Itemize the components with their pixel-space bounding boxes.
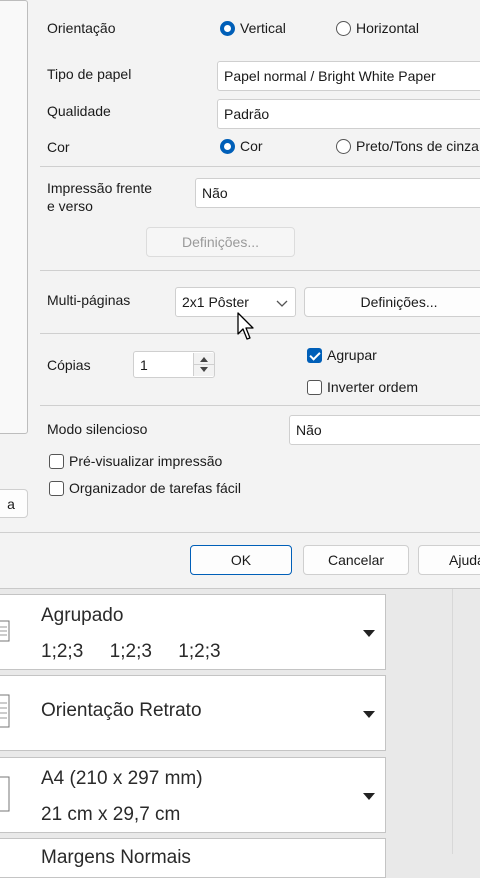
quality-select[interactable]: Padrão bbox=[217, 99, 480, 129]
quality-value: Padrão bbox=[224, 106, 270, 122]
paper-size-card-subtitle: 21 cm x 29,7 cm bbox=[41, 804, 181, 825]
orientation-label: Orientação bbox=[47, 20, 116, 36]
panel-divider bbox=[452, 589, 453, 854]
paper-size-card[interactable]: A4 (210 x 297 mm) 21 cm x 29,7 cm bbox=[0, 757, 386, 833]
color-radio[interactable] bbox=[220, 139, 235, 154]
paper-size-icon bbox=[0, 776, 11, 817]
margins-card[interactable]: Margens Normais bbox=[0, 838, 386, 878]
separator bbox=[0, 532, 480, 533]
left-panel-frame bbox=[0, 0, 28, 434]
chevron-down-icon bbox=[276, 296, 288, 312]
separator bbox=[40, 270, 480, 271]
orientation-card-title: Orientação Retrato bbox=[41, 700, 202, 721]
collate-pages-icon bbox=[0, 619, 11, 648]
quiet-mode-select[interactable]: Não bbox=[289, 415, 480, 445]
orientation-vertical-label[interactable]: Vertical bbox=[240, 20, 286, 36]
separator bbox=[40, 333, 480, 334]
multipage-settings-button[interactable]: Definições... bbox=[304, 287, 480, 317]
orientation-card[interactable]: Orientação Retrato bbox=[0, 675, 386, 751]
collate-checkbox[interactable] bbox=[307, 348, 322, 363]
color-option-label[interactable]: Cor bbox=[240, 138, 263, 154]
color-label: Cor bbox=[47, 139, 70, 155]
quiet-mode-label: Modo silencioso bbox=[47, 421, 148, 437]
grayscale-radio[interactable] bbox=[336, 139, 351, 154]
copies-spinner[interactable] bbox=[193, 353, 214, 376]
collate-label[interactable]: Agrupar bbox=[327, 347, 377, 363]
multipage-label: Multi-páginas bbox=[47, 292, 131, 308]
paper-size-card-title: A4 (210 x 297 mm) bbox=[41, 768, 203, 789]
orientation-vertical-radio[interactable] bbox=[220, 21, 235, 36]
mouse-cursor-icon bbox=[237, 312, 254, 340]
left-panel-button[interactable]: a bbox=[0, 489, 28, 518]
separator bbox=[40, 405, 480, 406]
help-label: Ajuda bbox=[449, 552, 480, 568]
paper-type-value: Papel normal / Bright White Paper bbox=[224, 68, 436, 84]
collation-card-subtitle: 1;2;3 1;2;3 1;2;3 bbox=[41, 641, 221, 662]
copies-label: Cópias bbox=[47, 357, 91, 373]
ok-label: OK bbox=[230, 552, 252, 568]
preview-checkbox[interactable] bbox=[49, 454, 64, 469]
orientation-horizontal-radio[interactable] bbox=[336, 21, 351, 36]
print-properties-dialog: a Orientação Vertical Horizontal Tipo de… bbox=[0, 0, 480, 589]
settings-panel: Agrupado 1;2;3 1;2;3 1;2;3 Orientação Re… bbox=[0, 589, 480, 878]
quality-label: Qualidade bbox=[47, 103, 111, 119]
separator bbox=[40, 166, 480, 167]
organizer-checkbox[interactable] bbox=[49, 481, 64, 496]
reverse-order-label[interactable]: Inverter ordem bbox=[327, 379, 418, 395]
spinner-arrows-icon bbox=[194, 357, 214, 372]
collation-card-title: Agrupado bbox=[41, 605, 124, 626]
paper-type-select[interactable]: Papel normal / Bright White Paper bbox=[217, 61, 480, 91]
collation-card[interactable]: Agrupado 1;2;3 1;2;3 1;2;3 bbox=[0, 594, 386, 670]
chevron-down-icon bbox=[363, 793, 375, 800]
preview-label[interactable]: Pré-visualizar impressão bbox=[69, 453, 222, 469]
cancel-button[interactable]: Cancelar bbox=[303, 545, 409, 575]
copies-value: 1 bbox=[140, 356, 148, 373]
organizer-label[interactable]: Organizador de tarefas fácil bbox=[69, 480, 241, 496]
cancel-label: Cancelar bbox=[327, 552, 385, 568]
chevron-down-icon bbox=[363, 630, 375, 637]
left-panel-button-label: a bbox=[7, 495, 15, 512]
multipage-select[interactable]: 2x1 Pôster bbox=[175, 287, 296, 317]
orientation-horizontal-label[interactable]: Horizontal bbox=[356, 20, 419, 36]
duplex-settings-button[interactable]: Definições... bbox=[146, 227, 295, 257]
quiet-mode-value: Não bbox=[296, 422, 322, 438]
duplex-label-line1: Impressão frente bbox=[47, 180, 153, 196]
paper-type-label: Tipo de papel bbox=[47, 66, 132, 82]
duplex-value: Não bbox=[202, 185, 228, 201]
reverse-order-checkbox[interactable] bbox=[307, 380, 322, 395]
duplex-settings-label: Definições... bbox=[181, 234, 260, 250]
duplex-select[interactable]: Não bbox=[195, 178, 480, 208]
portrait-page-icon bbox=[0, 694, 11, 733]
grayscale-option-label[interactable]: Preto/Tons de cinza bbox=[356, 138, 479, 154]
chevron-down-icon bbox=[363, 711, 375, 718]
duplex-label-line2: e verso bbox=[47, 198, 93, 214]
margins-card-title: Margens Normais bbox=[41, 847, 191, 868]
help-button[interactable]: Ajuda bbox=[418, 545, 480, 575]
multipage-value: 2x1 Pôster bbox=[182, 294, 249, 310]
ok-button[interactable]: OK bbox=[190, 545, 292, 575]
multipage-settings-label: Definições... bbox=[360, 294, 438, 310]
